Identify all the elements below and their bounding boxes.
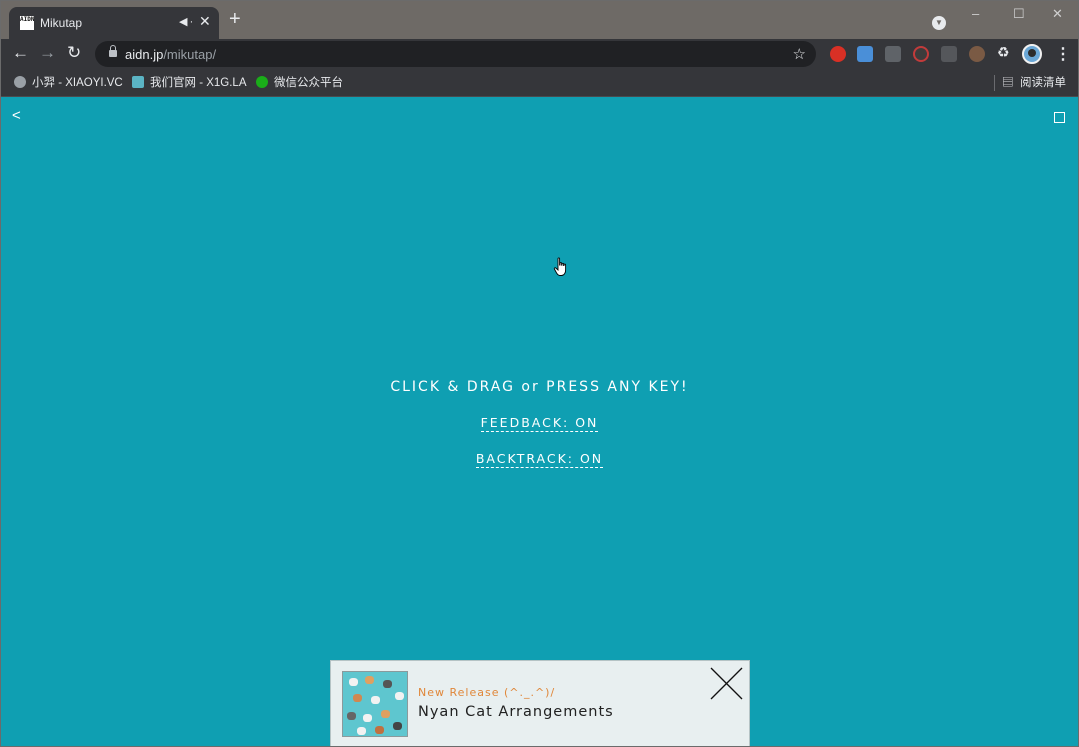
extensions-puzzle-icon[interactable]: ♻ [997, 44, 1010, 61]
reading-list-button[interactable]: ▤ 阅读清单 [1002, 74, 1066, 92]
close-icon[interactable]: ✕ [199, 13, 211, 30]
url-path: /mikutap/ [163, 47, 217, 62]
new-release-banner[interactable]: New Release (^._.^)/ Nyan Cat Arrangemen… [330, 660, 750, 746]
tab-mikutap[interactable]: AIDN Mikutap ◀ · ✕ [9, 7, 219, 39]
tab-title: Mikutap [40, 16, 83, 30]
album-art-image[interactable] [342, 671, 408, 737]
kebab-menu-icon[interactable]: ⋮ [1055, 44, 1071, 64]
browser-window: AIDN Mikutap ◀ · ✕ + ▼ – ☐ ✕ ← → ↻ aidn.… [0, 0, 1079, 747]
more-extension-icon[interactable] [885, 46, 901, 62]
lock-icon[interactable] [109, 45, 117, 58]
bookmark-favicon-icon [132, 76, 144, 88]
translate-extension-icon[interactable] [857, 46, 873, 62]
speaker-muted-icon[interactable]: ◀ · [179, 15, 193, 28]
minimize-button[interactable]: – [972, 6, 979, 21]
bookmark-star-icon[interactable]: ☆ [793, 45, 806, 63]
recorder-extension-icon[interactable] [913, 46, 929, 62]
hand-pointer-cursor-icon [553, 257, 567, 276]
tab-search-icon[interactable]: ▼ [932, 16, 946, 30]
bookmarks-bar: 小羿 - XIAOYI.VC 我们官网 - X1G.LA 微信公众平台 ▤ 阅读… [1, 69, 1078, 97]
close-icon[interactable] [709, 666, 744, 701]
profile-avatar[interactable] [1022, 44, 1042, 64]
maximize-button[interactable]: ☐ [1013, 6, 1025, 22]
wechat-icon [256, 76, 268, 88]
copy-extension-icon[interactable] [941, 46, 957, 62]
new-tab-button[interactable]: + [229, 9, 241, 29]
reload-icon[interactable]: ↻ [67, 43, 81, 63]
feedback-toggle-row: FEEDBACK: ON [1, 415, 1078, 432]
browser-toolbar: ← → ↻ aidn.jp/mikutap/ ☆ ♻ ⋮ [1, 39, 1078, 69]
url-host: aidn.jp [125, 47, 164, 62]
fullscreen-icon[interactable] [1054, 112, 1065, 123]
forward-arrow-icon[interactable]: → [39, 43, 56, 63]
close-window-button[interactable]: ✕ [1052, 6, 1063, 22]
release-title[interactable]: Nyan Cat Arrangements [418, 704, 614, 720]
bookmark-x1g[interactable]: 我们官网 - X1G.LA [132, 74, 247, 92]
url-text: aidn.jp/mikutap/ [125, 47, 216, 62]
bookmark-favicon-icon [14, 76, 26, 88]
page-back-button[interactable]: < [12, 107, 21, 124]
hand-extension-icon[interactable] [969, 46, 985, 62]
aidn-favicon-icon: AIDN [20, 16, 34, 30]
bookmark-xiaoyi[interactable]: 小羿 - XIAOYI.VC [14, 74, 123, 92]
adblock-extension-icon[interactable] [830, 46, 846, 62]
mikutap-canvas[interactable]: < CLICK & DRAG or PRESS ANY KEY! FEEDBAC… [1, 97, 1078, 746]
bookmark-wechat[interactable]: 微信公众平台 [256, 74, 343, 92]
title-bar: AIDN Mikutap ◀ · ✕ + ▼ – ☐ ✕ [1, 1, 1078, 39]
backtrack-toggle[interactable]: BACKTRACK: ON [475, 451, 604, 468]
address-bar[interactable]: aidn.jp/mikutap/ ☆ [95, 41, 816, 67]
reading-list-icon: ▤ [1002, 77, 1020, 89]
back-arrow-icon[interactable]: ← [12, 43, 29, 63]
bookmarks-divider [994, 75, 995, 91]
release-label: New Release (^._.^)/ [418, 686, 556, 699]
backtrack-toggle-row: BACKTRACK: ON [1, 451, 1078, 468]
instructions-text: CLICK & DRAG or PRESS ANY KEY! [390, 379, 689, 395]
feedback-toggle[interactable]: FEEDBACK: ON [480, 415, 599, 432]
